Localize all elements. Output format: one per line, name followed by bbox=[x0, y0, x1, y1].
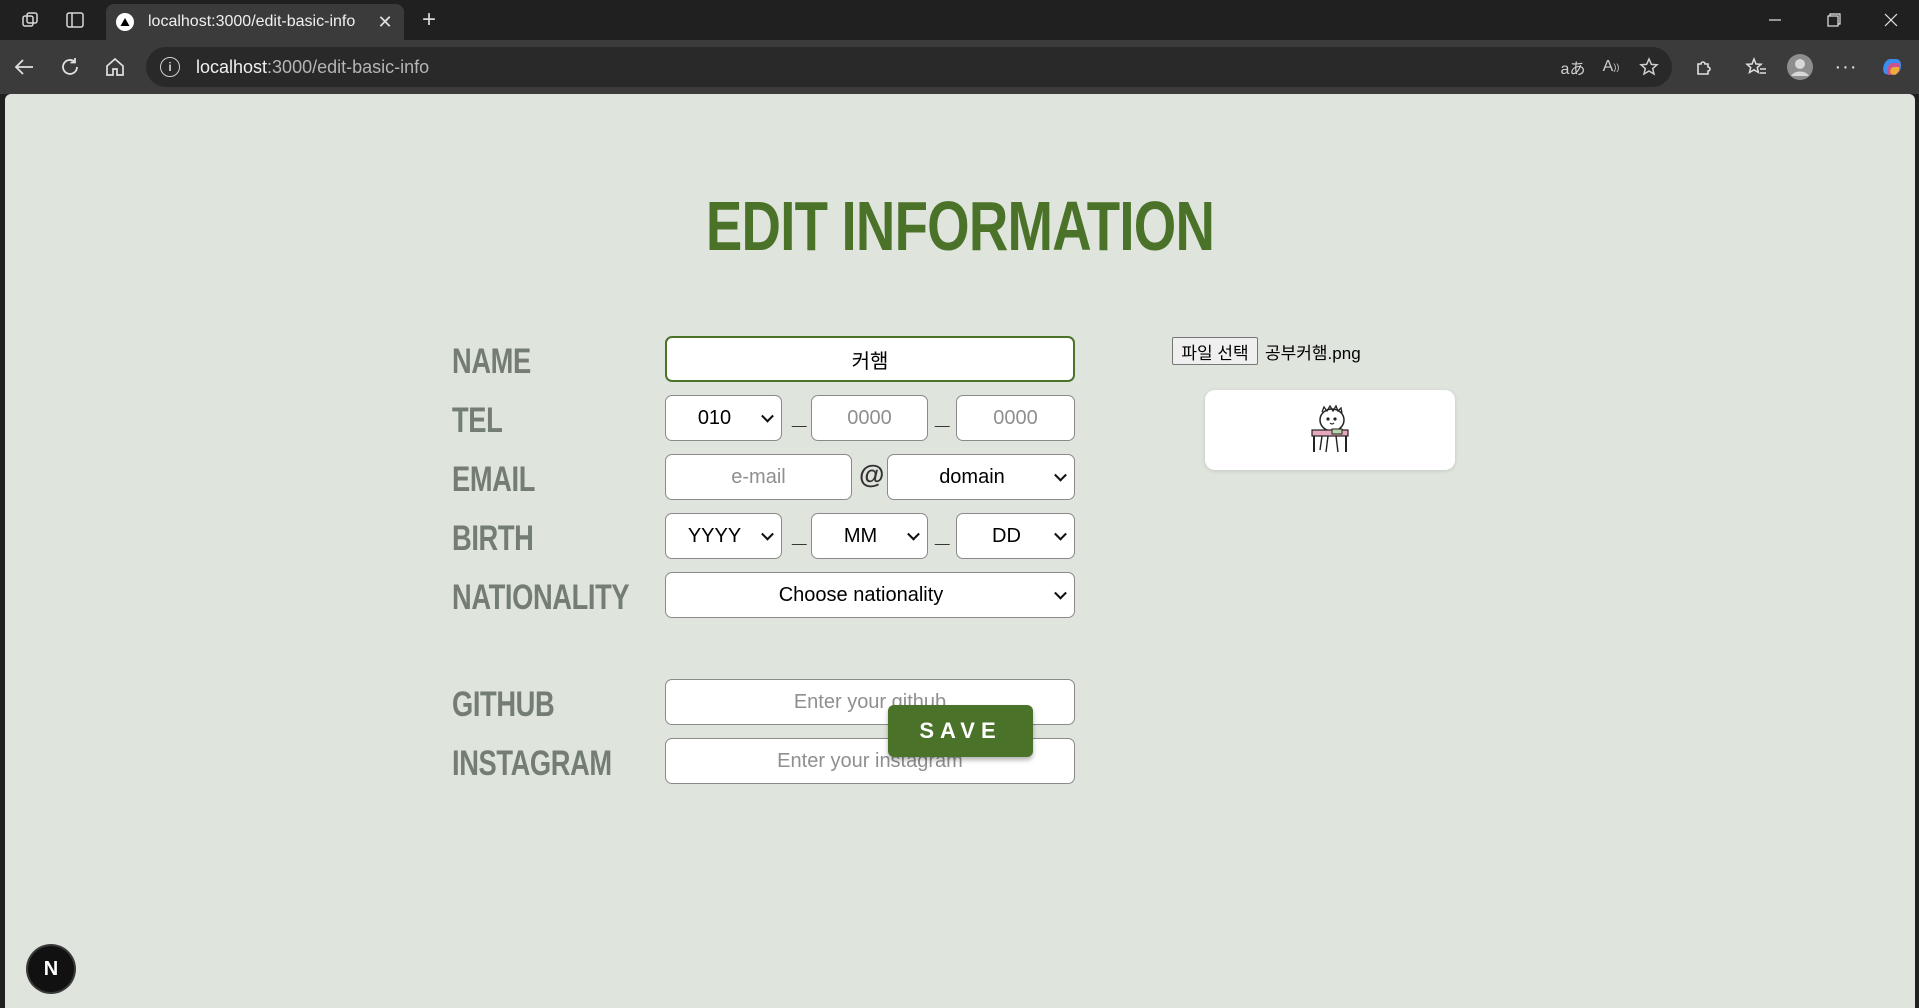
save-button[interactable]: SAVE bbox=[888, 705, 1033, 757]
file-select-button[interactable]: 파일 선택 bbox=[1172, 337, 1258, 365]
more-icon[interactable]: ··· bbox=[1826, 48, 1866, 86]
name-label: NAME bbox=[452, 342, 531, 381]
birth-year-select[interactable]: YYYY bbox=[665, 513, 782, 559]
read-aloud-icon[interactable]: A)) bbox=[1592, 47, 1630, 87]
close-window-icon[interactable] bbox=[1862, 0, 1919, 40]
email-domain-select[interactable]: domain bbox=[887, 454, 1075, 500]
at-sign: @ bbox=[859, 459, 885, 489]
tel-separator: _ bbox=[792, 400, 807, 430]
tel-label: TEL bbox=[452, 401, 503, 440]
chevron-down-icon bbox=[761, 527, 774, 541]
birth-separator: _ bbox=[935, 518, 950, 548]
chevron-down-icon bbox=[761, 409, 774, 423]
birth-month-select[interactable]: MM bbox=[811, 513, 928, 559]
tab-title: localhost:3000/edit-basic-info bbox=[148, 13, 356, 30]
nextjs-dev-badge[interactable]: N bbox=[28, 946, 74, 992]
copilot-icon[interactable] bbox=[1872, 48, 1912, 86]
tab-bar: localhost:3000/edit-basic-info ✕ + bbox=[0, 0, 1919, 40]
close-tab-icon[interactable]: ✕ bbox=[370, 7, 400, 37]
character-illustration-icon bbox=[1311, 404, 1349, 453]
email-label: EMAIL bbox=[452, 460, 535, 499]
chevron-down-icon bbox=[1054, 586, 1067, 600]
workspaces-icon[interactable] bbox=[18, 8, 44, 32]
translate-icon[interactable]: aあ bbox=[1554, 47, 1592, 87]
chevron-down-icon bbox=[1054, 527, 1067, 541]
page-viewport: EDIT INFORMATION NAME 커햄 TEL 010 _ 0000 … bbox=[5, 94, 1915, 1008]
chevron-down-icon bbox=[907, 527, 920, 541]
new-tab-icon[interactable]: + bbox=[416, 6, 442, 33]
restore-icon[interactable] bbox=[1805, 0, 1863, 40]
tel-prefix-select[interactable]: 010 bbox=[665, 395, 782, 441]
tel-last-input[interactable]: 0000 bbox=[956, 395, 1075, 441]
home-icon[interactable] bbox=[95, 48, 135, 86]
page-title: EDIT INFORMATION bbox=[705, 187, 1215, 265]
favorite-icon[interactable] bbox=[1630, 47, 1668, 87]
file-name: 공부커햄.png bbox=[1265, 344, 1361, 363]
url-text: localhost:3000/edit-basic-info bbox=[196, 56, 430, 77]
tel-middle-input[interactable]: 0000 bbox=[811, 395, 928, 441]
back-icon[interactable] bbox=[4, 48, 44, 86]
vertical-tabs-icon[interactable] bbox=[62, 8, 88, 32]
github-label: GITHUB bbox=[452, 685, 555, 724]
birth-separator: _ bbox=[792, 518, 807, 548]
address-bar[interactable]: i localhost:3000/edit-basic-info aあ A)) bbox=[146, 47, 1672, 87]
image-preview bbox=[1205, 390, 1455, 470]
navigation-bar: i localhost:3000/edit-basic-info aあ A)) … bbox=[0, 40, 1919, 94]
email-local-input[interactable]: e-mail bbox=[665, 454, 852, 500]
favorites-icon[interactable] bbox=[1736, 48, 1776, 86]
chevron-down-icon bbox=[1054, 468, 1067, 482]
minimize-icon[interactable] bbox=[1746, 0, 1804, 40]
refresh-icon[interactable] bbox=[50, 48, 90, 86]
site-info-icon[interactable]: i bbox=[160, 57, 180, 77]
extensions-icon[interactable] bbox=[1684, 48, 1724, 86]
triangle-favicon-icon bbox=[116, 13, 134, 31]
tel-separator: _ bbox=[935, 400, 950, 430]
nationality-label: NATIONALITY bbox=[452, 578, 630, 617]
name-input[interactable]: 커햄 bbox=[665, 336, 1075, 382]
birth-day-select[interactable]: DD bbox=[956, 513, 1075, 559]
birth-label: BIRTH bbox=[452, 519, 534, 558]
nationality-select[interactable]: Choose nationality bbox=[665, 572, 1075, 618]
instagram-label: INSTAGRAM bbox=[452, 744, 612, 783]
profile-icon[interactable] bbox=[1780, 48, 1820, 86]
browser-tab[interactable]: localhost:3000/edit-basic-info ✕ bbox=[106, 4, 404, 40]
